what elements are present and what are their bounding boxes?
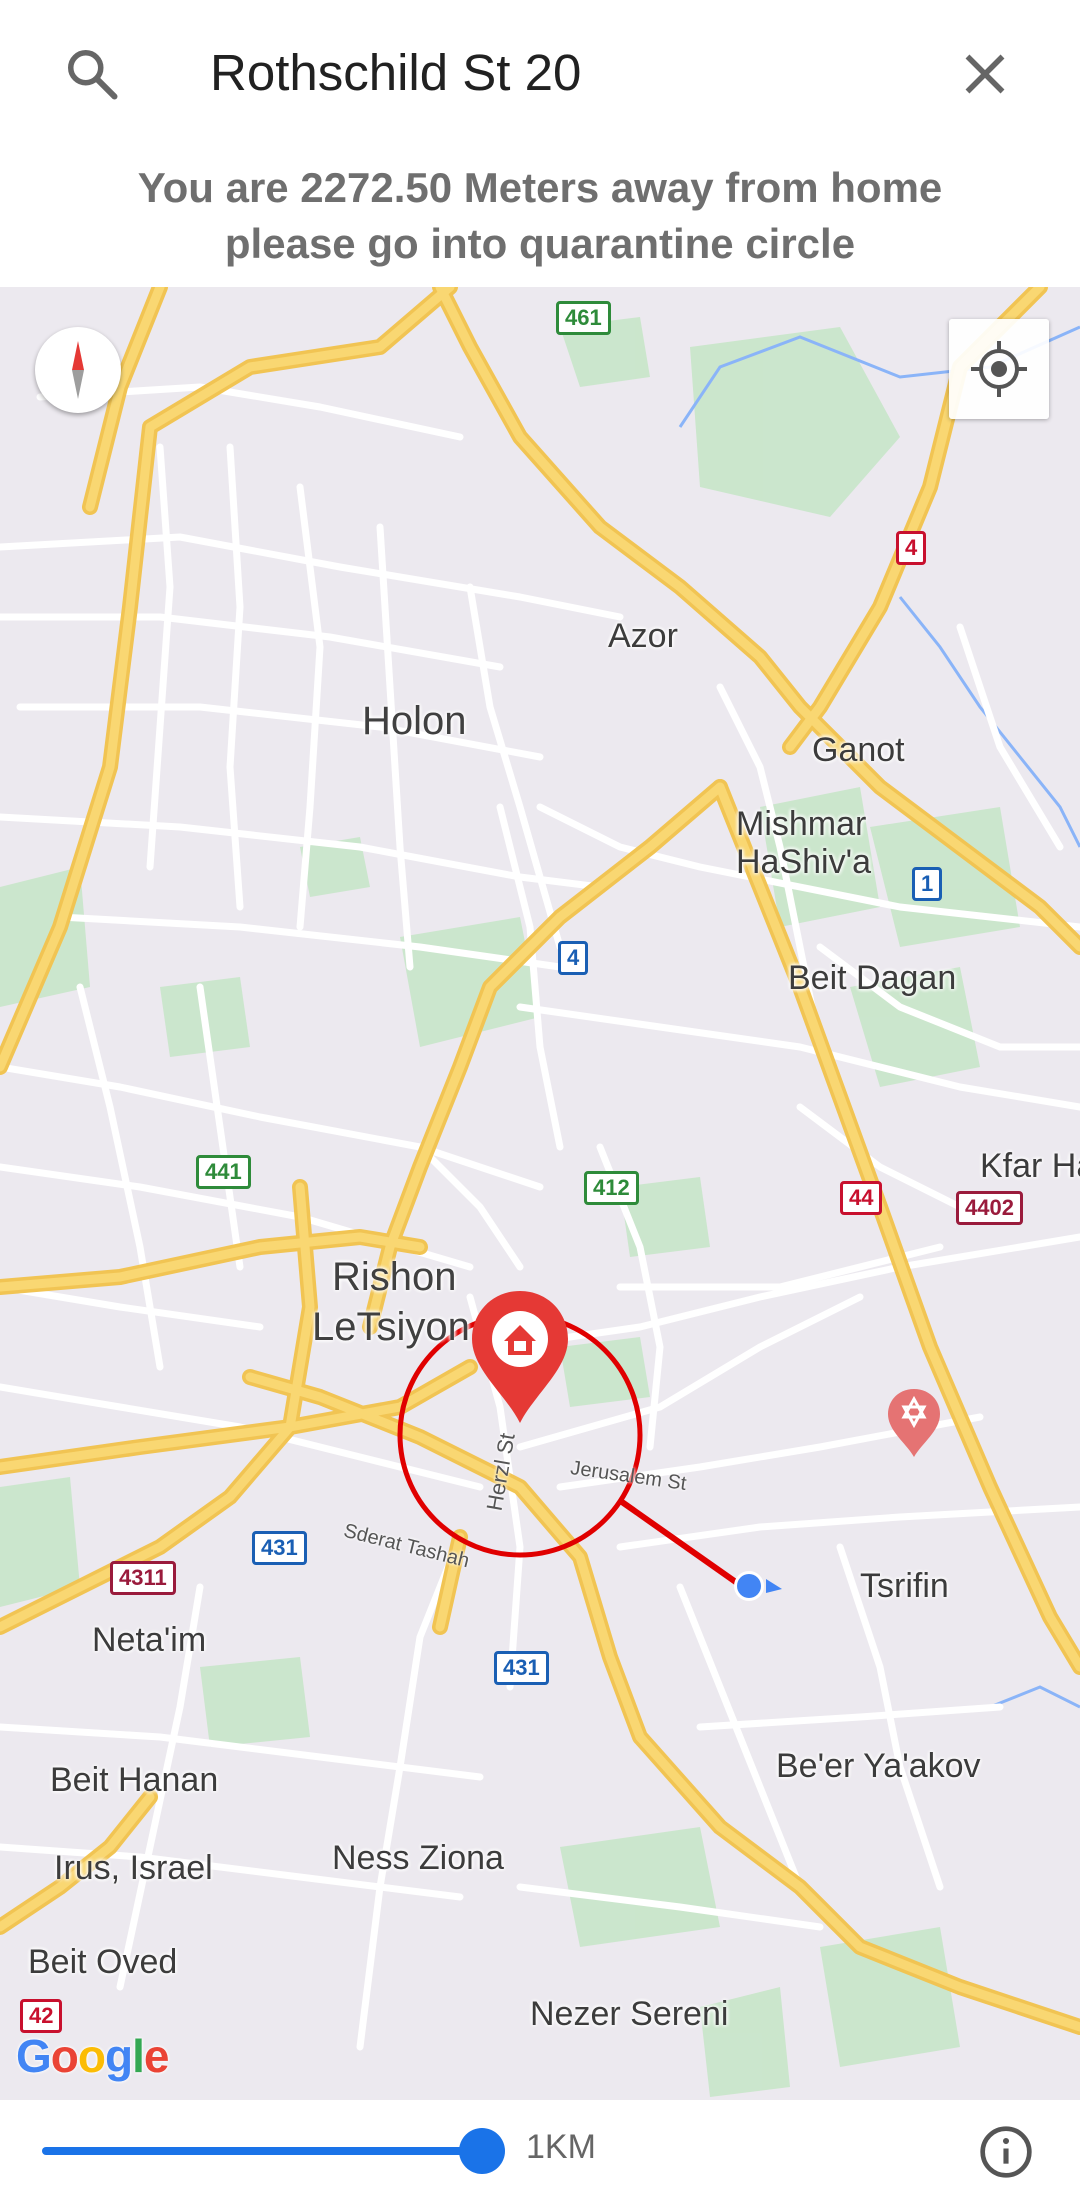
place-kfar: Kfar Ha <box>980 1147 1080 1185</box>
road-shield-431-south: 431 <box>494 1651 549 1685</box>
place-azor: Azor <box>608 617 678 655</box>
search-input[interactable]: Rothschild St 20 <box>210 38 581 108</box>
place-holon: Holon <box>362 699 467 743</box>
search-bar: Rothschild St 20 <box>0 0 1080 146</box>
distance-message-line1: You are 2272.50 Meters away from home <box>137 164 943 211</box>
search-icon[interactable] <box>62 44 122 104</box>
road-shield-4: 4 <box>558 941 589 975</box>
place-rishon-line1: Rishon <box>332 1255 457 1299</box>
road-shield-431-west: 431 <box>252 1531 307 1565</box>
radius-slider-track[interactable] <box>42 2147 482 2155</box>
road-shield-461: 461 <box>556 301 611 335</box>
place-tsrifin: Tsrifin <box>860 1567 949 1605</box>
home-marker-icon[interactable] <box>468 1287 572 1427</box>
star-of-david-icon[interactable] <box>886 1387 942 1459</box>
road-shield-4402: 4402 <box>956 1191 1023 1225</box>
close-icon[interactable] <box>955 44 1015 104</box>
radius-label: 1KM <box>526 2128 596 2166</box>
place-ness-ziona: Ness Ziona <box>332 1839 504 1877</box>
distance-message-line2: please go into quarantine circle <box>224 220 856 267</box>
my-location-icon <box>971 341 1027 397</box>
place-beit-hanan: Beit Hanan <box>50 1761 219 1799</box>
place-irus: Irus, Israel <box>54 1849 213 1887</box>
road-shield-42: 42 <box>20 1999 63 2033</box>
distance-message: You are 2272.50 Meters away from home pl… <box>0 160 1080 272</box>
place-rishon-line2: LeTsiyon <box>312 1305 470 1349</box>
road-shield-44: 44 <box>840 1181 883 1215</box>
road-shield-1: 1 <box>912 867 943 901</box>
compass-icon[interactable] <box>35 327 121 413</box>
road-shield-441: 441 <box>196 1155 251 1189</box>
radius-control-bar: 1KM <box>0 2100 1080 2200</box>
place-ganot: Ganot <box>812 731 905 769</box>
info-icon[interactable] <box>978 2124 1034 2180</box>
place-mishmar-line2: HaShiv'a <box>736 843 872 881</box>
place-mishmar-line1: Mishmar <box>736 805 867 843</box>
map-view[interactable]: Azor Holon Ganot Mishmar HaShiv'a Beit D… <box>0 287 1080 2100</box>
place-nezer-sereni: Nezer Sereni <box>530 1995 729 2033</box>
road-shield-4-north: 4 <box>896 531 927 565</box>
place-beer-yaakov: Be'er Ya'akov <box>776 1747 981 1785</box>
radius-slider-thumb[interactable] <box>459 2128 505 2174</box>
place-netaim: Neta'im <box>92 1621 207 1659</box>
place-beit-dagan: Beit Dagan <box>788 959 957 997</box>
road-shield-4311: 4311 <box>110 1561 176 1595</box>
place-beit-oved: Beit Oved <box>28 1943 178 1981</box>
my-location-button[interactable] <box>949 319 1049 419</box>
road-shield-412: 412 <box>584 1171 639 1205</box>
current-location-icon <box>734 1571 782 1601</box>
google-logo: Google <box>16 2030 169 2082</box>
